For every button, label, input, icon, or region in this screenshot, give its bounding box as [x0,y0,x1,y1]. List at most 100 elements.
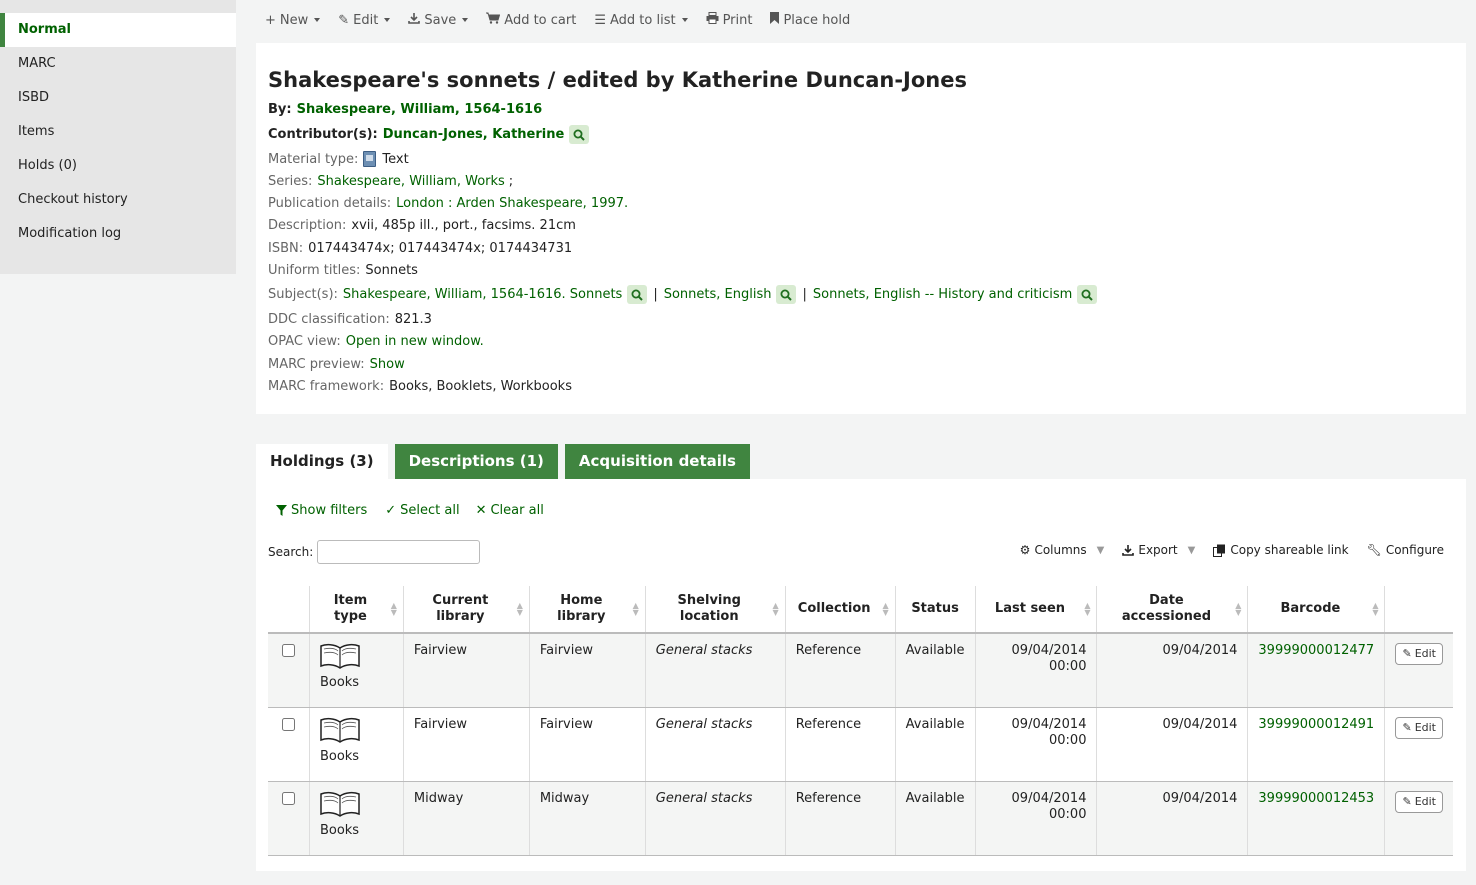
publication-link[interactable]: London : Arden Shakespeare, 1997. [396,196,628,211]
show-filters-label: Show filters [291,503,368,518]
table-tools: ⚙ Columns ▼ Export ▼ Copy shareable link… [1020,543,1444,557]
opac-link[interactable]: Open in new window. [346,334,484,349]
header-label: Date accessioned [1121,593,1212,624]
save-button-label: Save [424,12,457,28]
sort-icon: ▲ ▼ [772,601,779,617]
tab-holdings[interactable]: Holdings (3) [256,444,388,479]
sidebar-item-items[interactable]: Items [0,115,236,149]
barcode-cell: 39999000012491 [1247,707,1385,782]
subject-link[interactable]: Sonnets, English -- History and criticis… [813,287,1072,302]
sidebar-item-checkout-history[interactable]: Checkout history [0,183,236,217]
uniform-title-value: Sonnets [365,263,418,278]
barcode-link[interactable]: 39999000012477 [1258,643,1374,658]
description-line: Description: xvii, 485p ill., port., fac… [268,218,576,233]
export-button[interactable]: Export ▼ [1122,543,1195,557]
configure-button[interactable]: 🔧︎ Configure [1367,543,1444,557]
row-checkbox[interactable] [281,644,295,657]
series-suffix: ; [508,174,514,189]
header-date-accessioned[interactable]: Date accessioned ▲ ▼ [1096,586,1248,634]
series-link[interactable]: Shakespeare, William, Works [317,174,504,189]
subject-separator: | [653,287,658,302]
series-label: Series: [268,174,313,189]
subject-link[interactable]: Shakespeare, William, 1564-1616. Sonnets [343,287,622,302]
tab-acquisition-details[interactable]: Acquisition details [564,444,750,479]
row-checkbox[interactable] [281,718,295,731]
place-hold-label: Place hold [783,12,851,28]
header-collection[interactable]: Collection ▲ ▼ [784,586,896,634]
open-book-icon [320,643,360,669]
header-label: Collection [797,601,871,616]
new-button-label: New [279,12,309,28]
contributor-search-icon[interactable] [569,125,590,144]
add-to-list-button[interactable]: ☰ Add to list [585,5,696,35]
actions-cell: ✎ Edit [1384,781,1453,856]
caret-down-icon: ▼ [1187,544,1196,556]
header-label: Status [911,601,959,616]
barcode-link[interactable]: 39999000012453 [1258,791,1374,806]
sort-icon: ▲ ▼ [1372,601,1379,617]
opac-label: OPAC view: [268,334,341,349]
isbn-value: 017443474x; 017443474x; 0174434731 [308,241,573,256]
author-line: By: Shakespeare, William, 1564-1616 [268,102,542,117]
show-filters-button[interactable]: Show filters [276,503,367,518]
add-to-list-label: Add to list [609,12,676,28]
select-all-button[interactable]: ✓ Select all [385,503,459,518]
clear-all-button[interactable]: ✕ Clear all [476,503,544,518]
export-label: Export [1138,543,1178,557]
table-header-row: Item type ▲ ▼ Current library ▲ ▼ Home libra… [268,586,1453,634]
tab-descriptions[interactable]: Descriptions (1) [394,444,558,479]
header-actions [1384,586,1453,634]
header-current-library[interactable]: Current library ▲ ▼ [402,586,530,634]
sidebar-item-marc[interactable]: MARC [0,47,236,81]
subject-link[interactable]: Sonnets, English [664,287,772,302]
new-button[interactable]: + New [256,5,329,35]
header-home-library[interactable]: Home library ▲ ▼ [528,586,646,634]
framework-value: Books, Booklets, Workbooks [389,379,572,394]
sidebar-item-isbd[interactable]: ISBD [0,81,236,115]
configure-label: Configure [1385,543,1444,557]
header-barcode[interactable]: Barcode ▲ ▼ [1247,586,1385,634]
header-last-seen[interactable]: Last seen ▲ ▼ [974,586,1097,634]
edit-item-button[interactable]: ✎ Edit [1395,791,1443,813]
row-checkbox[interactable] [281,792,295,805]
isbn-line: ISBN: 017443474x; 017443474x; 0174434731 [268,241,572,256]
search-input[interactable] [317,540,481,564]
print-button-label: Print [722,12,753,28]
current-library-cell: Fairview [402,707,530,782]
subject-search-icon[interactable] [776,285,797,304]
date-accessioned-cell: 09/04/2014 [1096,781,1248,856]
item-type-label: Books [319,749,360,764]
sidebar-item-normal[interactable]: Normal [0,13,236,47]
sidebar-item-modification-log[interactable]: Modification log [0,217,236,251]
barcode-link[interactable]: 39999000012491 [1258,717,1374,732]
status-cell: Available [894,781,976,856]
columns-button[interactable]: ⚙ Columns ▼ [1020,543,1105,557]
add-to-cart-button[interactable]: Add to cart [477,5,585,35]
header-label: Barcode [1280,601,1341,616]
home-library-cell: Midway [528,781,646,856]
ddc-value: 821.3 [394,312,432,327]
header-shelving-location[interactable]: Shelving location ▲ ▼ [644,586,786,634]
sidebar-menu: Normal MARC ISBD Items Holds (0) Checkou… [0,13,236,251]
subject-search-icon[interactable] [1077,285,1098,304]
header-item-type[interactable]: Item type ▲ ▼ [308,586,404,634]
caret-down-icon [384,18,391,22]
sort-icon: ▲ ▼ [632,601,639,617]
print-button[interactable]: Print [697,5,762,35]
edit-item-button[interactable]: ✎ Edit [1395,643,1443,665]
copy-link-label: Copy shareable link [1230,543,1349,557]
place-hold-button[interactable]: Place hold [761,5,859,35]
edit-item-button[interactable]: ✎ Edit [1395,717,1443,739]
contributor-link[interactable]: Duncan-Jones, Katherine [383,127,565,142]
last-seen-cell: 09/04/2014 00:00 [974,633,1097,708]
tab-bar: Holdings (3) Descriptions (1) Acquisitio… [256,444,757,479]
pencil-icon: ✎ [1402,647,1412,660]
add-to-cart-label: Add to cart [504,12,577,28]
edit-button[interactable]: ✎ Edit [329,5,399,35]
save-button[interactable]: Save [399,5,477,35]
copy-link-button[interactable]: Copy shareable link [1213,543,1349,557]
sidebar-item-holds[interactable]: Holds (0) [0,149,236,183]
subject-search-icon[interactable] [627,285,648,304]
marc-preview-link[interactable]: Show [370,357,405,372]
author-link[interactable]: Shakespeare, William, 1564-1616 [297,102,543,117]
